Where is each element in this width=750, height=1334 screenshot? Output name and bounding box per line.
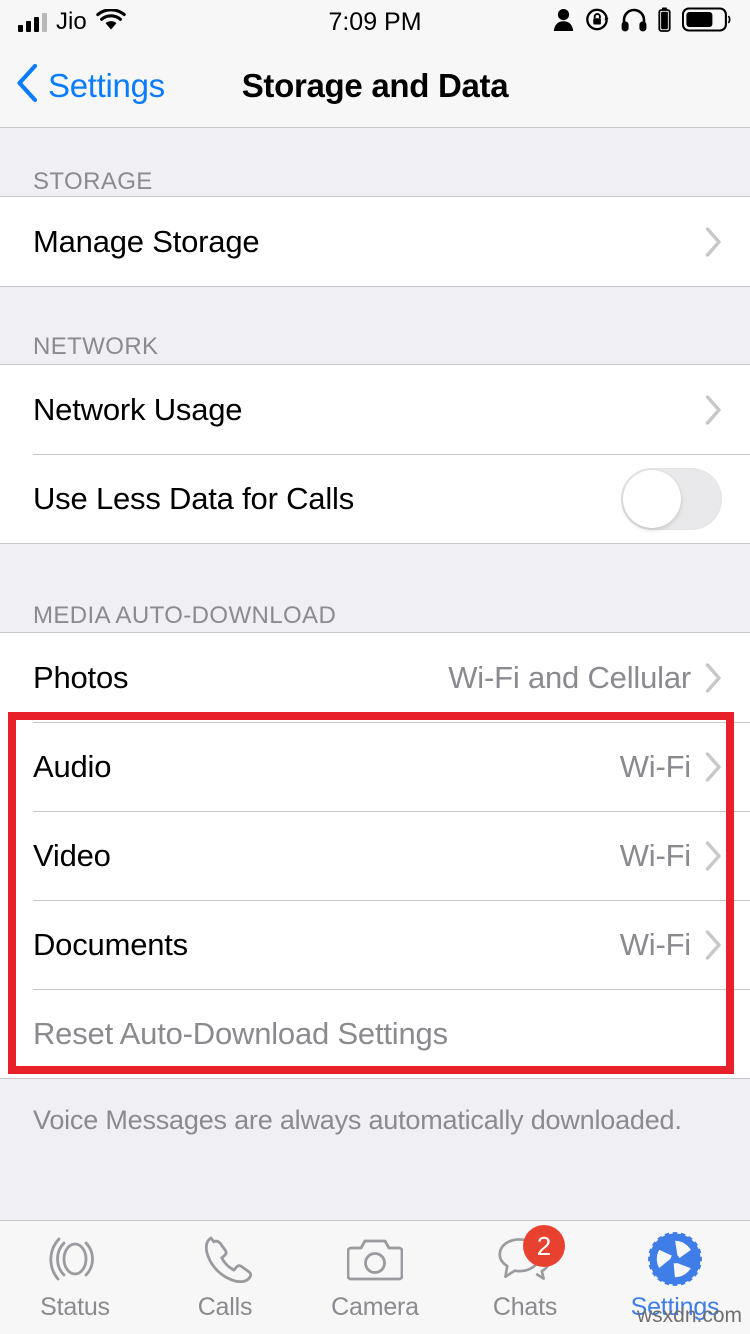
row-manage-storage[interactable]: Manage Storage (0, 197, 750, 286)
row-documents[interactable]: Documents Wi-Fi (0, 900, 750, 989)
group-media-auto-download: Photos Wi-Fi and Cellular Audio Wi-Fi Vi… (0, 632, 750, 1079)
battery-icon (681, 7, 732, 37)
gear-icon (647, 1232, 703, 1286)
row-value: Wi-Fi (619, 926, 691, 962)
settings-list[interactable]: STORAGE Manage Storage NETWORK Network U… (0, 128, 750, 1220)
chevron-right-icon (705, 662, 722, 693)
tab-label: Camera (331, 1293, 419, 1321)
chevron-left-icon (16, 63, 38, 107)
phone-screen: Jio 7:09 PM Settings Storage and Data ST… (0, 0, 750, 1334)
row-label: Video (33, 837, 111, 873)
person-icon (553, 8, 574, 37)
row-reset-auto-download-settings[interactable]: Reset Auto-Download Settings (0, 989, 750, 1078)
section-footnote: Voice Messages are always automatically … (0, 1079, 750, 1136)
section-header-network: NETWORK (0, 287, 750, 364)
tab-status[interactable]: Status (0, 1221, 150, 1334)
row-label: Manage Storage (33, 223, 260, 259)
section-header-storage: STORAGE (0, 128, 750, 196)
tab-camera[interactable]: Camera (300, 1221, 450, 1334)
row-value: Wi-Fi and Cellular (448, 659, 691, 695)
row-value: Wi-Fi (619, 748, 691, 784)
back-button-label: Settings (48, 66, 165, 104)
chevron-right-icon (705, 929, 722, 960)
row-network-usage[interactable]: Network Usage (0, 365, 750, 454)
camera-icon (347, 1233, 403, 1285)
section-header-media-auto-download: MEDIA AUTO-DOWNLOAD (0, 544, 750, 632)
row-photos[interactable]: Photos Wi-Fi and Cellular (0, 633, 750, 722)
row-value: Wi-Fi (619, 837, 691, 873)
rotation-lock-icon (585, 7, 610, 37)
headphones-icon (621, 8, 647, 37)
tab-label: Status (40, 1293, 110, 1321)
use-less-data-toggle[interactable] (621, 467, 722, 530)
status-bar: Jio 7:09 PM (0, 0, 750, 44)
back-button[interactable]: Settings (16, 63, 165, 107)
watermark: wsxdn.com (636, 1304, 742, 1327)
row-label: Use Less Data for Calls (33, 480, 355, 516)
status-bar-right (553, 7, 732, 37)
row-label: Photos (33, 659, 129, 695)
row-label: Documents (33, 926, 188, 962)
toggle-knob (623, 469, 681, 528)
row-label: Audio (33, 748, 112, 784)
tab-label: Calls (197, 1293, 253, 1321)
phone-icon (197, 1233, 253, 1285)
tab-label: Chats (492, 1293, 558, 1321)
tab-chats[interactable]: 2 Chats (450, 1221, 600, 1334)
row-label: Network Usage (33, 391, 243, 427)
group-network: Network Usage Use Less Data for Calls (0, 364, 750, 544)
row-video[interactable]: Video Wi-Fi (0, 811, 750, 900)
chat-bubbles-icon: 2 (497, 1225, 565, 1285)
row-use-less-data-for-calls[interactable]: Use Less Data for Calls (0, 454, 750, 543)
chevron-right-icon (705, 226, 722, 257)
group-storage: Manage Storage (0, 196, 750, 287)
row-audio[interactable]: Audio Wi-Fi (0, 722, 750, 811)
chevron-right-icon (705, 751, 722, 782)
status-rings-icon (47, 1233, 103, 1285)
row-label: Reset Auto-Download Settings (33, 1015, 448, 1051)
chevron-right-icon (705, 840, 722, 871)
chevron-right-icon (705, 394, 722, 425)
navigation-bar: Settings Storage and Data (0, 44, 750, 128)
headphones-battery-icon (658, 7, 671, 37)
tab-calls[interactable]: Calls (150, 1221, 300, 1334)
chats-badge: 2 (523, 1225, 565, 1267)
